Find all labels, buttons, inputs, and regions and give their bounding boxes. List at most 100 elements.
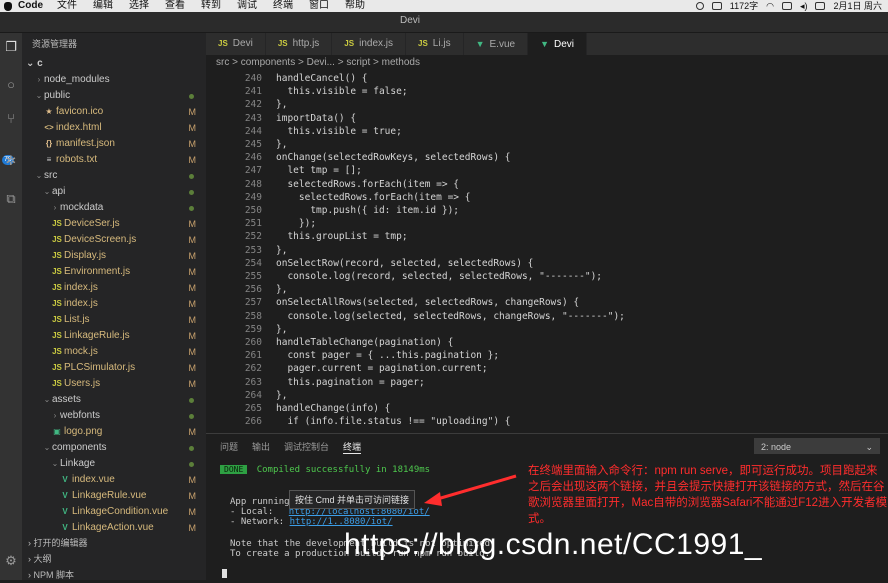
search-icon[interactable]: ○ bbox=[3, 77, 19, 93]
menu-selection[interactable]: 选择 bbox=[129, 0, 149, 12]
volume-icon[interactable]: ◂) bbox=[800, 0, 808, 12]
file-item[interactable]: JS DeviceScreen.js M bbox=[22, 232, 206, 248]
editor-tab[interactable]: JS Li.js bbox=[406, 33, 464, 55]
code-line: if (info.file.status !== "uploading") { bbox=[276, 416, 511, 428]
editor-tab[interactable]: JS Devi bbox=[206, 33, 266, 55]
folder-item[interactable]: ⌄ components bbox=[22, 440, 206, 456]
line-number: 242 bbox=[244, 99, 262, 111]
line-number: 266 bbox=[244, 416, 262, 428]
tab-terminal[interactable]: 终端 bbox=[343, 440, 362, 454]
terminal-select-value: 2: node bbox=[761, 442, 792, 452]
file-item[interactable]: ≡ robots.txt M bbox=[22, 152, 206, 168]
local-label: - Local: bbox=[230, 507, 274, 517]
file-item[interactable]: V LinkageAction.vue M bbox=[22, 520, 206, 536]
status-app-icon-2[interactable] bbox=[711, 2, 722, 10]
folder-item[interactable]: ⌄ src bbox=[22, 168, 206, 184]
folder-item[interactable]: ⌄ public bbox=[22, 88, 206, 104]
file-item[interactable]: JS index.js M bbox=[22, 296, 206, 312]
folder-item[interactable]: ⌄ api bbox=[22, 184, 206, 200]
file-item[interactable]: V LinkageRule.vue M bbox=[22, 488, 206, 504]
menu-help[interactable]: 帮助 bbox=[345, 0, 365, 12]
folder-item[interactable]: ⌄ Linkage bbox=[22, 456, 206, 472]
clock-text[interactable]: 2月1日 周六 bbox=[833, 0, 882, 12]
apple-icon[interactable] bbox=[4, 1, 12, 11]
modified-badge: M bbox=[188, 427, 197, 437]
menu-go[interactable]: 转到 bbox=[201, 0, 221, 12]
folder-item[interactable]: ⌄ assets bbox=[22, 392, 206, 408]
menu-edit[interactable]: 编辑 bbox=[93, 0, 113, 12]
code-line: }, bbox=[276, 323, 288, 335]
file-item[interactable]: JS List.js M bbox=[22, 312, 206, 328]
code-line: selectedRows.forEach(item => { bbox=[276, 191, 471, 203]
changes-dot bbox=[189, 462, 194, 467]
file-item[interactable]: ▣ logo.png M bbox=[22, 424, 206, 440]
modified-badge: M bbox=[188, 379, 197, 389]
modified-badge: M bbox=[188, 123, 197, 133]
outline-section[interactable]: › 大纲 bbox=[22, 551, 206, 567]
folder-chevron-icon: ⌄ bbox=[35, 171, 43, 180]
outline-label: 大纲 bbox=[33, 554, 52, 564]
js-file-icon: JS bbox=[52, 379, 62, 388]
line-number: 257 bbox=[244, 297, 262, 309]
tab-output[interactable]: 输出 bbox=[252, 440, 270, 454]
editor-tab[interactable]: JS http.js bbox=[266, 33, 333, 55]
file-item[interactable]: JS Environment.js M bbox=[22, 264, 206, 280]
line-number: 260 bbox=[244, 337, 262, 348]
activity-bar: ❐ ○ ⑂ 79 ✲ ⧉ ⚙ bbox=[0, 33, 22, 580]
editor-tab[interactable]: ▼ Devi bbox=[528, 33, 588, 55]
code-line: handleTableChange(pagination) { bbox=[276, 337, 454, 348]
network-url-link[interactable]: http://1..8080/iot/ bbox=[290, 517, 393, 527]
app-menu[interactable]: Code bbox=[18, 0, 43, 12]
file-item[interactable]: JS mock.js M bbox=[22, 344, 206, 360]
file-item[interactable]: JS Display.js M bbox=[22, 248, 206, 264]
airplay-icon[interactable] bbox=[781, 2, 792, 10]
file-item[interactable]: JS LinkageRule.js M bbox=[22, 328, 206, 344]
modified-badge: M bbox=[188, 219, 197, 229]
ico-file-icon: ★ bbox=[45, 107, 53, 116]
folder-chevron-icon: ⌄ bbox=[43, 395, 51, 404]
npm-scripts-section[interactable]: › NPM 脚本 bbox=[22, 567, 206, 583]
folder-item[interactable]: › webfonts bbox=[22, 408, 206, 424]
code-editor[interactable]: 240 handleCancel() {241 this.visible = fa… bbox=[206, 71, 888, 431]
file-item[interactable]: JS index.js M bbox=[22, 280, 206, 296]
debug-icon[interactable]: ✲ bbox=[3, 153, 19, 169]
file-item[interactable]: JS PLCSimulator.js M bbox=[22, 360, 206, 376]
menu-window[interactable]: 窗口 bbox=[309, 0, 329, 12]
folder-item[interactable]: › node_modules bbox=[22, 72, 206, 88]
source-control-icon[interactable]: ⑂ bbox=[3, 111, 19, 127]
tab-label: E.vue bbox=[489, 39, 516, 50]
menu-file[interactable]: 文件 bbox=[57, 0, 77, 12]
menu-terminal[interactable]: 终端 bbox=[273, 0, 293, 12]
file-item[interactable]: ★ favicon.ico M bbox=[22, 104, 206, 120]
explorer-root-folder[interactable]: ⌄ c bbox=[22, 55, 206, 72]
status-app-icon[interactable] bbox=[695, 2, 704, 10]
editor-tab[interactable]: JS index.js bbox=[332, 33, 406, 55]
wifi-icon[interactable]: ◠ bbox=[766, 0, 774, 12]
open-editors-section[interactable]: › 打开的编辑器 bbox=[22, 535, 206, 551]
explorer-icon[interactable]: ❐ bbox=[3, 39, 19, 55]
tab-debug-console[interactable]: 调试控制台 bbox=[284, 440, 329, 454]
tree-item-label: webfonts bbox=[60, 410, 101, 421]
battery-icon[interactable] bbox=[815, 2, 826, 10]
changes-dot bbox=[189, 94, 194, 99]
menu-debug[interactable]: 调试 bbox=[237, 0, 257, 12]
modified-badge: M bbox=[188, 155, 197, 165]
file-item[interactable]: {} manifest.json M bbox=[22, 136, 206, 152]
line-number: 261 bbox=[244, 350, 262, 362]
terminal-select[interactable]: 2: node ⌄ bbox=[754, 438, 880, 454]
js-file-icon: JS bbox=[52, 331, 62, 340]
settings-gear-icon[interactable]: ⚙ bbox=[3, 553, 19, 569]
file-item[interactable]: JS Users.js M bbox=[22, 376, 206, 392]
folder-item[interactable]: › mockdata bbox=[22, 200, 206, 216]
file-item[interactable]: Vindex.vue M bbox=[22, 472, 206, 488]
js-file-icon: JS bbox=[344, 39, 355, 48]
menu-view[interactable]: 查看 bbox=[165, 0, 185, 12]
file-item[interactable]: <> index.html M bbox=[22, 120, 206, 136]
extensions-icon[interactable]: ⧉ bbox=[3, 191, 19, 207]
breadcrumb[interactable]: src > components > Devi... > script > me… bbox=[206, 55, 888, 71]
editor-tab[interactable]: ▼ E.vue bbox=[464, 33, 529, 55]
file-item[interactable]: JS DeviceSer.js M bbox=[22, 216, 206, 232]
line-number: 244 bbox=[244, 125, 262, 137]
file-item[interactable]: V LinkageCondition.vue M bbox=[22, 504, 206, 520]
tab-problems[interactable]: 问题 bbox=[220, 440, 238, 454]
